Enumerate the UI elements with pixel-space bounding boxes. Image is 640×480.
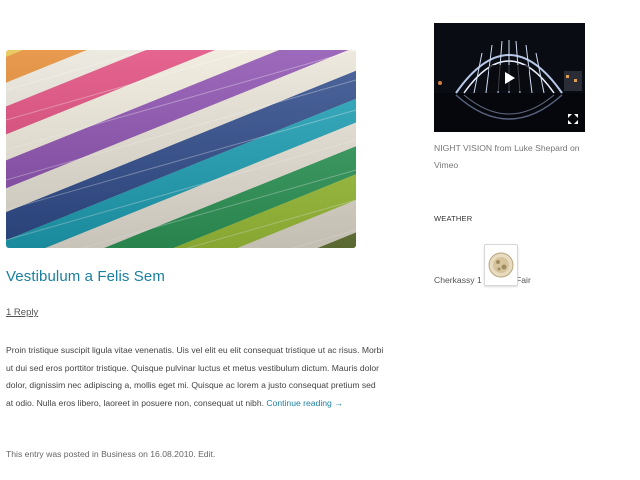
meta-on: on xyxy=(138,449,148,459)
video-caption: NIGHT VISION from Luke Shepard on Vimeo xyxy=(434,140,584,174)
fullscreen-icon[interactable] xyxy=(568,114,578,124)
entry-meta: This entry was posted in Business on 16.… xyxy=(6,449,215,459)
video-title-link[interactable]: NIGHT VISION xyxy=(434,143,492,153)
video-site-link[interactable]: Vimeo xyxy=(434,160,458,170)
featured-image[interactable] xyxy=(6,50,356,248)
weather-icon xyxy=(484,244,518,286)
video-caption-from: from xyxy=(494,143,512,153)
weather-widget-title: WEATHER xyxy=(434,214,473,223)
meta-prefix: This entry was posted in xyxy=(6,449,99,459)
weather-city: Cherkassy 1 C xyxy=(434,275,491,285)
reply-link[interactable]: 1 Reply xyxy=(6,307,38,318)
post-excerpt: Proin tristique suscipit ligula vitae ve… xyxy=(6,342,384,412)
meta-end: . xyxy=(212,449,216,459)
meta-separator: . xyxy=(193,449,196,459)
continue-reading-link[interactable]: Continue reading → xyxy=(266,398,342,408)
post-title[interactable]: Vestibulum a Felis Sem xyxy=(6,268,165,285)
play-button[interactable] xyxy=(489,65,529,91)
category-link[interactable]: Business xyxy=(101,449,136,459)
video-caption-on: on xyxy=(569,143,580,153)
date-link[interactable]: 16.08.2010 xyxy=(150,449,193,459)
video-player[interactable] xyxy=(434,23,585,132)
video-author-link[interactable]: Luke Shepard xyxy=(514,143,568,153)
edit-link[interactable]: Edit xyxy=(198,449,213,459)
weather-condition: Fair xyxy=(516,275,531,285)
